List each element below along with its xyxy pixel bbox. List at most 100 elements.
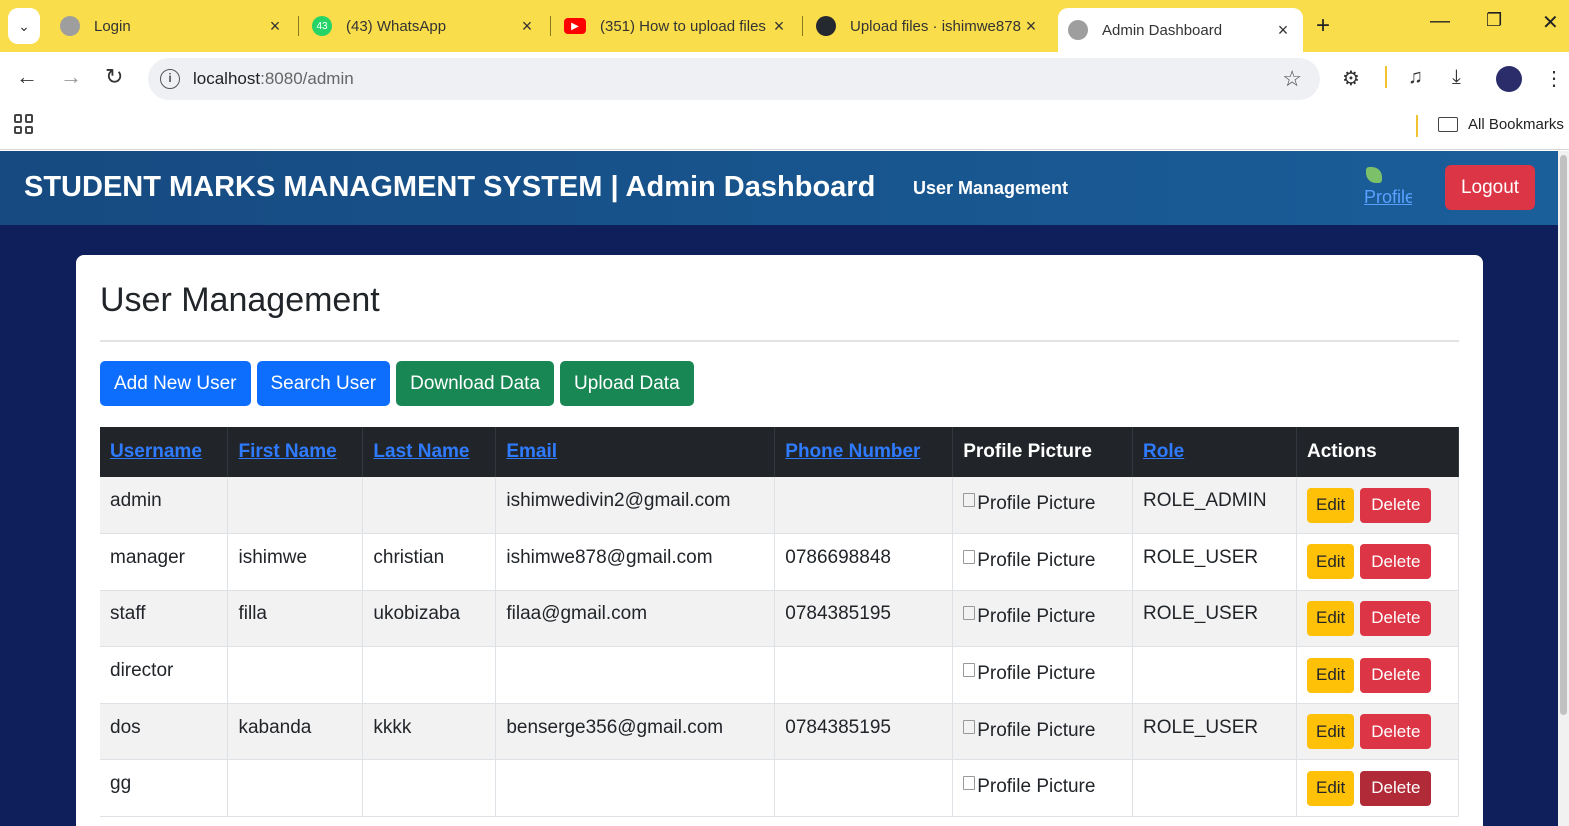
- profile-picture: Profile Picture: [963, 493, 1095, 515]
- restore-icon[interactable]: ❐: [1486, 10, 1502, 31]
- apps-grid-icon[interactable]: [14, 114, 34, 134]
- edit-button[interactable]: Edit: [1306, 714, 1355, 750]
- close-icon[interactable]: ×: [769, 16, 789, 37]
- cell-role: [1132, 646, 1297, 704]
- sort-link-role[interactable]: Role: [1143, 441, 1184, 462]
- bookmark-star-icon[interactable]: ☆: [1282, 66, 1302, 92]
- toolbar-divider: [1385, 66, 1387, 88]
- delete-button[interactable]: Delete: [1360, 770, 1432, 806]
- tab-github[interactable]: Upload files · ishimwe878 ×: [806, 6, 1051, 46]
- close-icon[interactable]: ×: [517, 16, 537, 37]
- cell-profile-picture: Profile Picture: [952, 759, 1134, 818]
- profile-picture: Profile Picture: [963, 606, 1095, 628]
- profile-image-alt: Profile: [1364, 187, 1412, 207]
- column-header-email[interactable]: Email: [495, 427, 776, 477]
- address-bar[interactable]: i localhost:8080/admin ☆: [148, 58, 1320, 100]
- user-management-card: User Management Add New User Search User…: [76, 255, 1483, 826]
- cell-last-name: [362, 646, 497, 704]
- tab-youtube[interactable]: ▶ (351) How to upload files ×: [554, 6, 799, 46]
- tab-admin-dashboard[interactable]: Admin Dashboard ×: [1058, 8, 1303, 52]
- media-controls-icon[interactable]: ♫: [1408, 66, 1423, 89]
- table-row: dos kabanda kkkk benserge356@gmail.com 07843…: [100, 703, 1460, 761]
- app-navbar: STUDENT MARKS MANAGMENT SYSTEM | Admin D…: [0, 151, 1558, 225]
- column-header-username[interactable]: Username: [100, 427, 229, 477]
- sort-link-phone[interactable]: Phone Number: [785, 441, 920, 462]
- page-scrollbar[interactable]: [1558, 151, 1569, 826]
- sort-link-last-name[interactable]: Last Name: [373, 441, 469, 462]
- delete-button[interactable]: Delete: [1360, 600, 1432, 636]
- sort-link-first-name[interactable]: First Name: [238, 441, 336, 462]
- cell-profile-picture: Profile Picture: [952, 703, 1134, 761]
- delete-button[interactable]: Delete: [1360, 487, 1432, 523]
- tab-title: (43) WhatsApp: [346, 17, 447, 35]
- all-bookmarks-button[interactable]: All Bookmarks: [1438, 116, 1564, 133]
- minimize-icon[interactable]: —: [1430, 10, 1450, 33]
- cell-profile-picture: Profile Picture: [952, 477, 1134, 535]
- column-header-last-name[interactable]: Last Name: [362, 427, 497, 477]
- divider: [100, 340, 1459, 342]
- tab-whatsapp[interactable]: 43 (43) WhatsApp ×: [302, 6, 547, 46]
- close-window-icon[interactable]: ✕: [1542, 10, 1559, 35]
- github-icon: [816, 16, 836, 36]
- add-new-user-button[interactable]: Add New User: [100, 361, 251, 406]
- tab-title: Upload files · ishimwe878: [850, 17, 1021, 35]
- profile-picture: Profile Picture: [963, 719, 1096, 742]
- cell-first-name: [227, 646, 364, 704]
- url-text[interactable]: localhost:8080/admin: [193, 69, 354, 89]
- cell-username: director: [100, 646, 229, 704]
- more-menu-icon[interactable]: ⋮: [1544, 66, 1564, 91]
- cell-email: [495, 646, 776, 704]
- profile-picture-alt: Profile Picture: [977, 719, 1096, 741]
- nav-link-user-management[interactable]: User Management: [913, 178, 1068, 199]
- cell-actions: Edit Delete: [1296, 590, 1460, 648]
- cell-phone: 0784385195: [774, 590, 954, 648]
- delete-button[interactable]: Delete: [1360, 544, 1432, 580]
- close-icon[interactable]: ×: [265, 16, 285, 37]
- delete-button[interactable]: Delete: [1360, 657, 1432, 693]
- sort-link-email[interactable]: Email: [506, 441, 557, 462]
- scrollbar-thumb[interactable]: [1560, 155, 1567, 715]
- extensions-icon[interactable]: ⚙: [1342, 66, 1360, 91]
- table-row: manager ishimwe christian ishimwe878@gmail.…: [100, 533, 1460, 591]
- column-header-phone[interactable]: Phone Number: [774, 427, 954, 477]
- cell-role: ROLE_USER: [1132, 533, 1297, 591]
- download-icon[interactable]: ⤓: [1452, 66, 1461, 89]
- reload-icon[interactable]: ↻: [105, 64, 123, 90]
- edit-button[interactable]: Edit: [1306, 657, 1355, 693]
- logout-button[interactable]: Logout: [1445, 165, 1535, 210]
- profile-picture: Profile Picture: [963, 549, 1095, 572]
- browser-tabstrip: ⌄ Login × 43 (43) WhatsApp × ▶ (351) How…: [0, 0, 1569, 52]
- edit-button[interactable]: Edit: [1306, 487, 1355, 523]
- new-tab-button[interactable]: +: [1316, 12, 1330, 40]
- cell-username: admin: [100, 477, 229, 535]
- tab-login[interactable]: Login ×: [50, 6, 295, 46]
- sort-link-username[interactable]: Username: [110, 441, 202, 462]
- delete-button[interactable]: Delete: [1360, 714, 1432, 750]
- tab-divider: [802, 16, 803, 36]
- cell-profile-picture: Profile Picture: [952, 590, 1134, 648]
- table-header-row: Username First Name Last Name Email Phon…: [100, 427, 1460, 477]
- tab-search-button[interactable]: ⌄: [8, 8, 40, 44]
- cell-username: staff: [100, 590, 229, 648]
- brand-title[interactable]: STUDENT MARKS MANAGMENT SYSTEM | Admin D…: [24, 171, 875, 204]
- column-header-role[interactable]: Role: [1132, 427, 1297, 477]
- cell-email: ishimwedivin2@gmail.com: [495, 477, 776, 535]
- back-arrow-icon[interactable]: ←: [16, 64, 38, 90]
- close-icon[interactable]: ×: [1021, 16, 1041, 37]
- column-header-profile-picture: Profile Picture: [952, 427, 1134, 477]
- site-info-icon[interactable]: i: [160, 69, 180, 89]
- search-user-button[interactable]: Search User: [256, 361, 391, 406]
- forward-arrow-icon[interactable]: →: [60, 64, 82, 90]
- notification-badge: 43: [316, 20, 328, 32]
- edit-button[interactable]: Edit: [1306, 600, 1355, 636]
- edit-button[interactable]: Edit: [1306, 770, 1355, 806]
- column-header-first-name[interactable]: First Name: [227, 427, 364, 477]
- profile-image[interactable]: Profile: [1362, 165, 1412, 209]
- upload-data-button[interactable]: Upload Data: [560, 361, 694, 406]
- download-data-button[interactable]: Download Data: [396, 361, 555, 406]
- close-icon[interactable]: ×: [1273, 20, 1293, 41]
- edit-button[interactable]: Edit: [1306, 544, 1355, 580]
- cell-actions: Edit Delete: [1296, 477, 1460, 535]
- browser-toolbar: ← → ↻ i localhost:8080/admin ☆ ⚙ ♫ ⤓ ⋮: [0, 52, 1569, 104]
- profile-avatar[interactable]: [1496, 66, 1522, 92]
